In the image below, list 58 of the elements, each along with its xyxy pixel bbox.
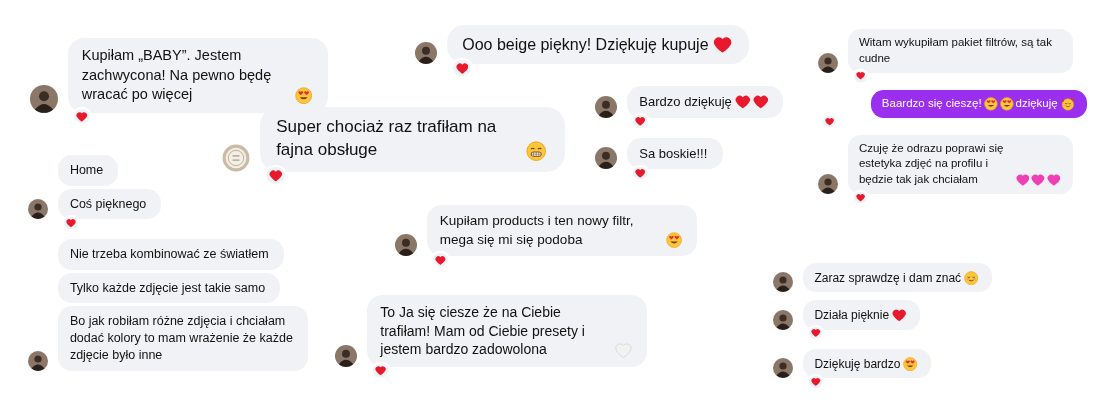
- face-with-hearts-icon: [1060, 97, 1075, 111]
- avatar: [773, 358, 793, 379]
- heart-icon: [735, 94, 751, 111]
- heart-icon: [375, 365, 387, 377]
- message-text: Czuję że odrazu poprawi się estetyka zdjęć na profilu i będzie tak jak chciałam: [858, 140, 1005, 187]
- avatar: [415, 42, 437, 65]
- heart-icon: [1031, 173, 1045, 187]
- message-text: Kupiłam „BABY”. Jestem zachwycona! Na pewno będę wracać po więcej: [81, 45, 273, 105]
- heart-icon: [635, 116, 646, 127]
- message-text: Nie trzeba kombinować ze światłem: [69, 245, 269, 263]
- heart-eyes-face-icon: [984, 97, 999, 111]
- message-text: Zaraz sprawdzę i dam znać: [814, 269, 962, 286]
- heart-eyes-face-icon: [294, 86, 313, 104]
- message-text: dziękuję: [1015, 95, 1058, 111]
- avatar: [773, 309, 793, 330]
- message-text: Ooo beige piękny! Dziękuję kupuje: [462, 34, 709, 55]
- message-text: Coś pięknego: [69, 195, 147, 213]
- avatar: [818, 52, 838, 73]
- heart-icon: [712, 35, 732, 55]
- message-text: Bo jak robiłam różne zdjęcia i chciałam dodać kolory to mam wrażenie że każde zdjęcie było inne: [69, 313, 293, 364]
- heart-icon: [66, 217, 76, 228]
- message-text: Kupiłam products i ten nowy filtr, mega się mi się podoba: [439, 212, 635, 249]
- message-text: Home: [69, 161, 104, 179]
- grinning-face-icon: [525, 141, 547, 162]
- heart-icon: [614, 341, 632, 359]
- heart-eyes-face-icon: [666, 232, 683, 249]
- heart-eyes-face-icon: [903, 356, 918, 372]
- heart-icon: [810, 376, 821, 387]
- avatar: [30, 84, 58, 113]
- avatar: [395, 234, 417, 257]
- message-text: Sa boskie!!!: [639, 144, 708, 163]
- heart-icon: [892, 308, 907, 323]
- heart-icon: [810, 328, 821, 338]
- avatar: [595, 147, 617, 170]
- message-text: Działa pięknie: [814, 306, 890, 324]
- message-text: To Ja się ciesze że na Ciebie trafiłam! Mam od Ciebie presety i jestem bardzo zadowolona: [380, 302, 586, 360]
- message-text: Dziękuję bardzo: [814, 355, 901, 372]
- message-text: Bardzo dziękuję: [639, 93, 732, 111]
- avatar: [28, 350, 48, 371]
- heart-icon: [268, 168, 283, 183]
- avatar: [335, 345, 357, 368]
- heart-icon: [1015, 173, 1030, 187]
- avatar: [595, 95, 617, 118]
- heart-eyes-face-icon: [999, 97, 1014, 111]
- message-text: Witam wykupiłam pakiet filtrów, są tak cudne: [858, 35, 1053, 66]
- heart-icon: [76, 110, 88, 123]
- message-text: Super chociaż raz trafiłam na fajna obsługe: [276, 116, 498, 162]
- heart-icon: [1046, 173, 1061, 187]
- avatar: [28, 199, 48, 220]
- message-text: Tylko każde zdjęcie jest takie samo: [69, 279, 266, 297]
- heart-icon: [635, 167, 646, 179]
- avatar: [818, 173, 838, 194]
- message-text: Baardzo się cieszę!: [881, 95, 982, 111]
- heart-icon: [435, 254, 446, 266]
- seal-icon: [222, 143, 250, 172]
- heart-icon: [752, 94, 769, 111]
- smiling-face-icon: [964, 270, 979, 286]
- avatar: [773, 272, 793, 293]
